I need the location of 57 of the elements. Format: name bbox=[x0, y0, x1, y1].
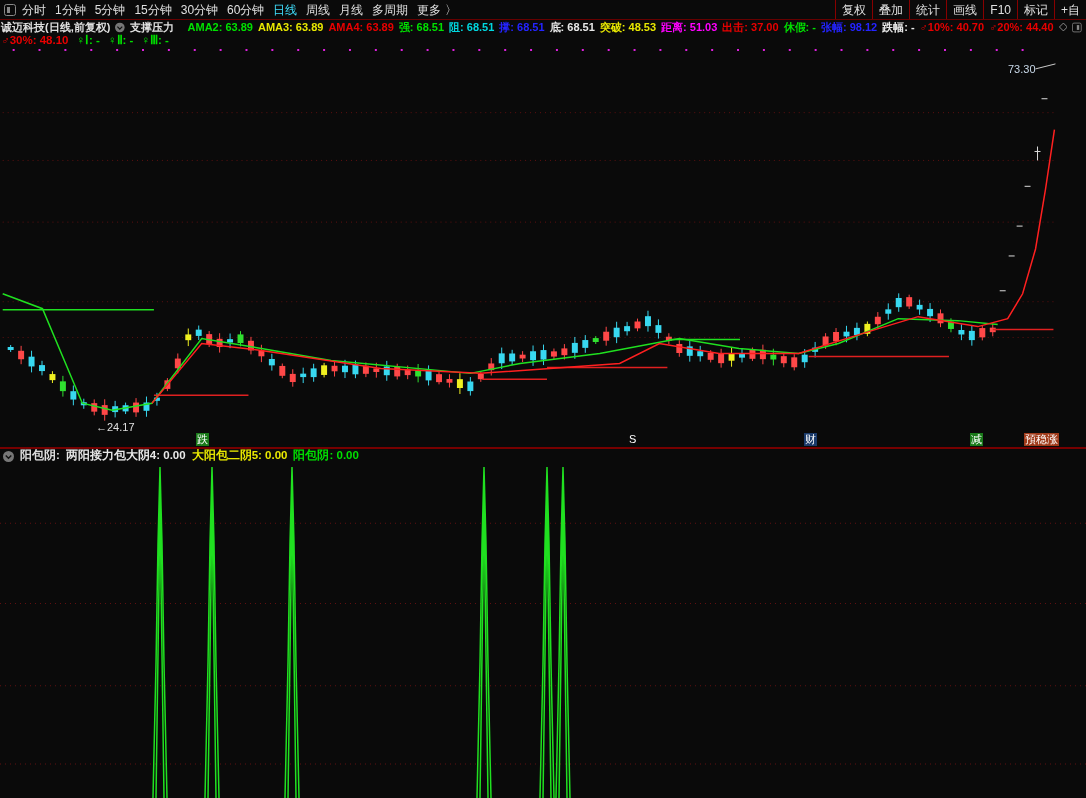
period-tab[interactable]: 5分钟 bbox=[94, 0, 126, 19]
signal-tag: 财 bbox=[804, 433, 817, 446]
dropdown-icon[interactable] bbox=[3, 450, 14, 462]
period-tab[interactable]: 多周期 bbox=[372, 0, 409, 19]
period-tab[interactable]: 分时 bbox=[22, 0, 46, 19]
indicator-title: 阳包阴: bbox=[20, 448, 60, 464]
indicator-value: 大阳包二阴5: 0.00 bbox=[191, 448, 288, 464]
indicator-value: 出击: 37.00 bbox=[722, 19, 779, 35]
high-price-label: 73.30 bbox=[1008, 62, 1036, 77]
indicator-value: 两阳接力包大阴4: 0.00 bbox=[65, 448, 186, 464]
dropdown-icon[interactable] bbox=[115, 21, 126, 33]
period-tab[interactable]: 30分钟 bbox=[180, 0, 219, 19]
diamond-icon[interactable] bbox=[1058, 22, 1068, 32]
period-tab[interactable]: 月线 bbox=[339, 0, 364, 19]
indicator-value: ♀Ⅲ: - bbox=[141, 33, 169, 48]
period-tab[interactable]: 15分钟 bbox=[134, 0, 172, 19]
period-tab[interactable]: 日线 bbox=[273, 0, 298, 19]
indicator-value: 强: 68.51 bbox=[398, 19, 445, 35]
low-price-label: ←24.17 bbox=[96, 420, 135, 435]
indicator-value: ♀Ⅰ: - bbox=[76, 33, 100, 48]
indicator-value: ♂30%: 48.10 bbox=[1, 33, 69, 48]
period-tab[interactable]: 1分钟 bbox=[55, 0, 86, 19]
indicator-value: AMA3: 63.89 bbox=[257, 19, 324, 35]
indicator-value: 跌幅: - bbox=[882, 19, 915, 35]
toolbar-button[interactable]: 画线 bbox=[946, 0, 984, 19]
indicator-value: 底: 68.51 bbox=[549, 19, 595, 35]
signal-tag: 預稳涨 bbox=[1024, 433, 1059, 446]
indicator-value: AMA4: 63.89 bbox=[328, 19, 394, 35]
period-tab[interactable]: 更多 〉 bbox=[417, 0, 457, 19]
indicator-value: 阳包阴: 0.00 bbox=[293, 448, 359, 464]
price-level-line bbox=[481, 378, 548, 381]
signal-tag: 减 bbox=[970, 433, 983, 446]
price-level-line bbox=[992, 328, 1055, 331]
indicator-value: ♀Ⅱ: - bbox=[107, 33, 134, 48]
indicator-value: ♂20%: 44.40 bbox=[989, 19, 1054, 35]
indicator-value: 休假: - bbox=[783, 19, 816, 35]
indicator-value: ♂10%: 40.70 bbox=[919, 19, 985, 35]
formula-name: 支撑压力 bbox=[130, 19, 175, 34]
toolbar-button[interactable]: F10 bbox=[983, 0, 1017, 19]
signal-tag: 跌 bbox=[196, 433, 209, 446]
indicator-value: 阻: 68.51 bbox=[449, 19, 495, 35]
panel-toggle-icon[interactable] bbox=[4, 3, 16, 16]
indicator-value: 张幅: 98.12 bbox=[820, 19, 878, 35]
toolbar-button[interactable]: 复权 bbox=[835, 0, 873, 19]
period-tab[interactable]: 周线 bbox=[306, 0, 331, 19]
indicator-value: 撑: 68.51 bbox=[499, 19, 545, 35]
signal-tag: S bbox=[628, 433, 638, 446]
toolbar-button[interactable]: 标记 bbox=[1017, 0, 1054, 19]
panel-toggle-icon[interactable] bbox=[1072, 21, 1082, 33]
indicator-value: 突破: 48.53 bbox=[599, 19, 657, 35]
chart-title: 诚迈科技(日线,前复权) bbox=[1, 19, 111, 34]
toolbar-button[interactable]: 统计 bbox=[909, 0, 947, 19]
toolbar-button[interactable]: 叠加 bbox=[872, 0, 910, 19]
indicator-value: AMA2: 63.89 bbox=[187, 19, 253, 35]
period-tab[interactable]: 60分钟 bbox=[227, 0, 265, 19]
toolbar-button[interactable]: +自 bbox=[1054, 0, 1086, 19]
indicator-value: 距离: 51.03 bbox=[661, 19, 718, 35]
